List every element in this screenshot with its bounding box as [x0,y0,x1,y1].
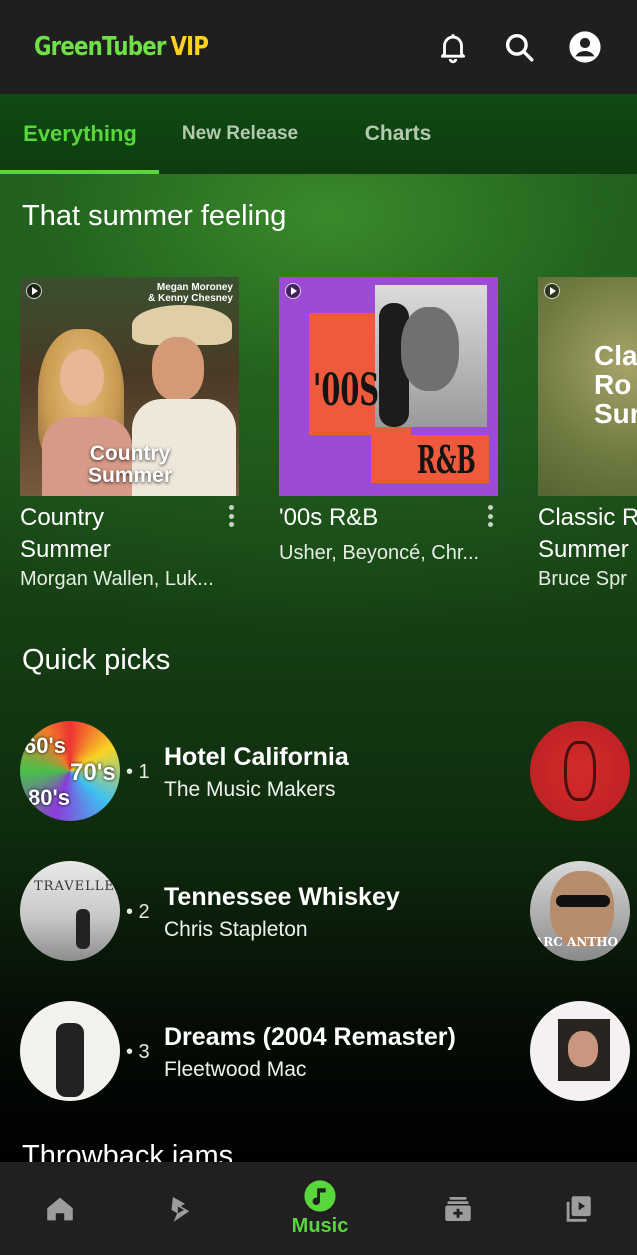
header-actions [435,29,603,65]
section-title-summer: That summer feeling [22,200,287,232]
search-icon [505,33,534,62]
library-add-icon [445,1196,471,1221]
song-artist: Fleetwood Mac [164,1058,307,1081]
logo-text: GreenTuber [34,32,166,62]
cover-title: Cla Ro Sun [594,340,637,429]
cover-credit: Megan Moroney & Kenny Chesney [147,282,233,304]
next-song-thumbnail[interactable] [530,721,630,821]
nav-samples[interactable] [140,1162,220,1255]
next-song-thumbnail[interactable] [530,1001,630,1101]
playlist-cover[interactable]: Megan Moroney & Kenny Chesney Country Su… [20,277,239,496]
nav-music-label: Music [291,1215,349,1237]
song-rank: • 3 [126,1041,150,1063]
app-logo: GreenTuber VIP [34,32,209,62]
quick-pick-row[interactable]: 60's 70's 80's • 1 Hotel California The … [20,721,637,821]
section-title-throwback: Throwback jams [22,1140,234,1162]
play-badge-icon [26,283,42,299]
search-button[interactable] [501,29,537,65]
playlist-name: Classic R Summer [538,504,637,563]
active-tab-indicator [0,170,159,174]
song-artist: The Music Makers [164,778,336,801]
tab-everything[interactable]: Everything [0,94,160,174]
music-note-icon [304,1180,336,1212]
main-feed[interactable]: Everything New Release Charts That summe… [0,94,637,1162]
more-options-icon[interactable] [222,503,240,529]
nav-music[interactable]: Music [270,1162,370,1255]
playlist-cover[interactable]: Cla Ro Sun [538,277,637,496]
song-thumbnail [20,1001,120,1101]
play-badge-icon [544,283,560,299]
song-title: Dreams (2004 Remaster) [164,1023,456,1051]
account-circle-icon [569,31,601,63]
cover-title: '00S [313,365,380,416]
more-options-icon[interactable] [481,503,499,529]
home-icon [47,1197,73,1220]
cover-title: Country Summer [88,442,173,487]
video-library-icon [566,1195,591,1222]
playlist-artists: Morgan Wallen, Luk... [20,568,214,590]
playlist-artists: Bruce Spr [538,568,627,590]
song-rank: • 2 [126,901,150,923]
nav-home[interactable] [20,1162,100,1255]
bell-icon [440,34,466,64]
playlist-card[interactable]: Megan Moroney & Kenny Chesney Country Su… [20,277,240,591]
quick-pick-row[interactable]: • 3 Dreams (2004 Remaster) Fleetwood Mac [20,1001,637,1101]
bottom-nav: Music [0,1162,637,1255]
next-song-thumbnail[interactable]: ARC ANTHO [530,861,630,961]
tab-new-release[interactable]: New Release [162,94,318,174]
play-badge-icon [285,283,301,299]
nav-video-library[interactable] [538,1162,618,1255]
song-title: Hotel California [164,743,349,771]
app-header: GreenTuber VIP [0,0,637,94]
quick-pick-row[interactable]: TRAVELLER • 2 Tennessee Whiskey Chris St… [20,861,637,961]
logo-vip-text: VIP [170,32,209,62]
section-title-quick-picks: Quick picks [22,644,171,676]
song-rank: • 1 [126,761,150,783]
playlist-name: '00s R&B [279,504,379,531]
playlist-card[interactable]: '00S R&B '00s R&B Usher, Beyoncé, Chr... [279,277,499,565]
playlist-cover[interactable]: '00S R&B [279,277,498,496]
song-artist: Chris Stapleton [164,918,308,941]
playlist-artists: Usher, Beyoncé, Chr... [279,542,480,564]
account-button[interactable] [567,29,603,65]
playlist-name: Country Summer [20,504,111,563]
tab-bar: Everything New Release Charts [0,94,637,174]
nav-library-add[interactable] [418,1162,498,1255]
notifications-button[interactable] [435,29,471,65]
song-thumbnail: 60's 70's 80's [20,721,120,821]
cover-subtitle: R&B [417,437,476,482]
samples-icon [171,1196,190,1222]
song-thumbnail: TRAVELLER [20,861,120,961]
tab-charts[interactable]: Charts [330,94,466,174]
song-title: Tennessee Whiskey [164,883,400,911]
playlist-card[interactable]: Cla Ro Sun Classic R Summer Bruce Spr [538,277,637,591]
